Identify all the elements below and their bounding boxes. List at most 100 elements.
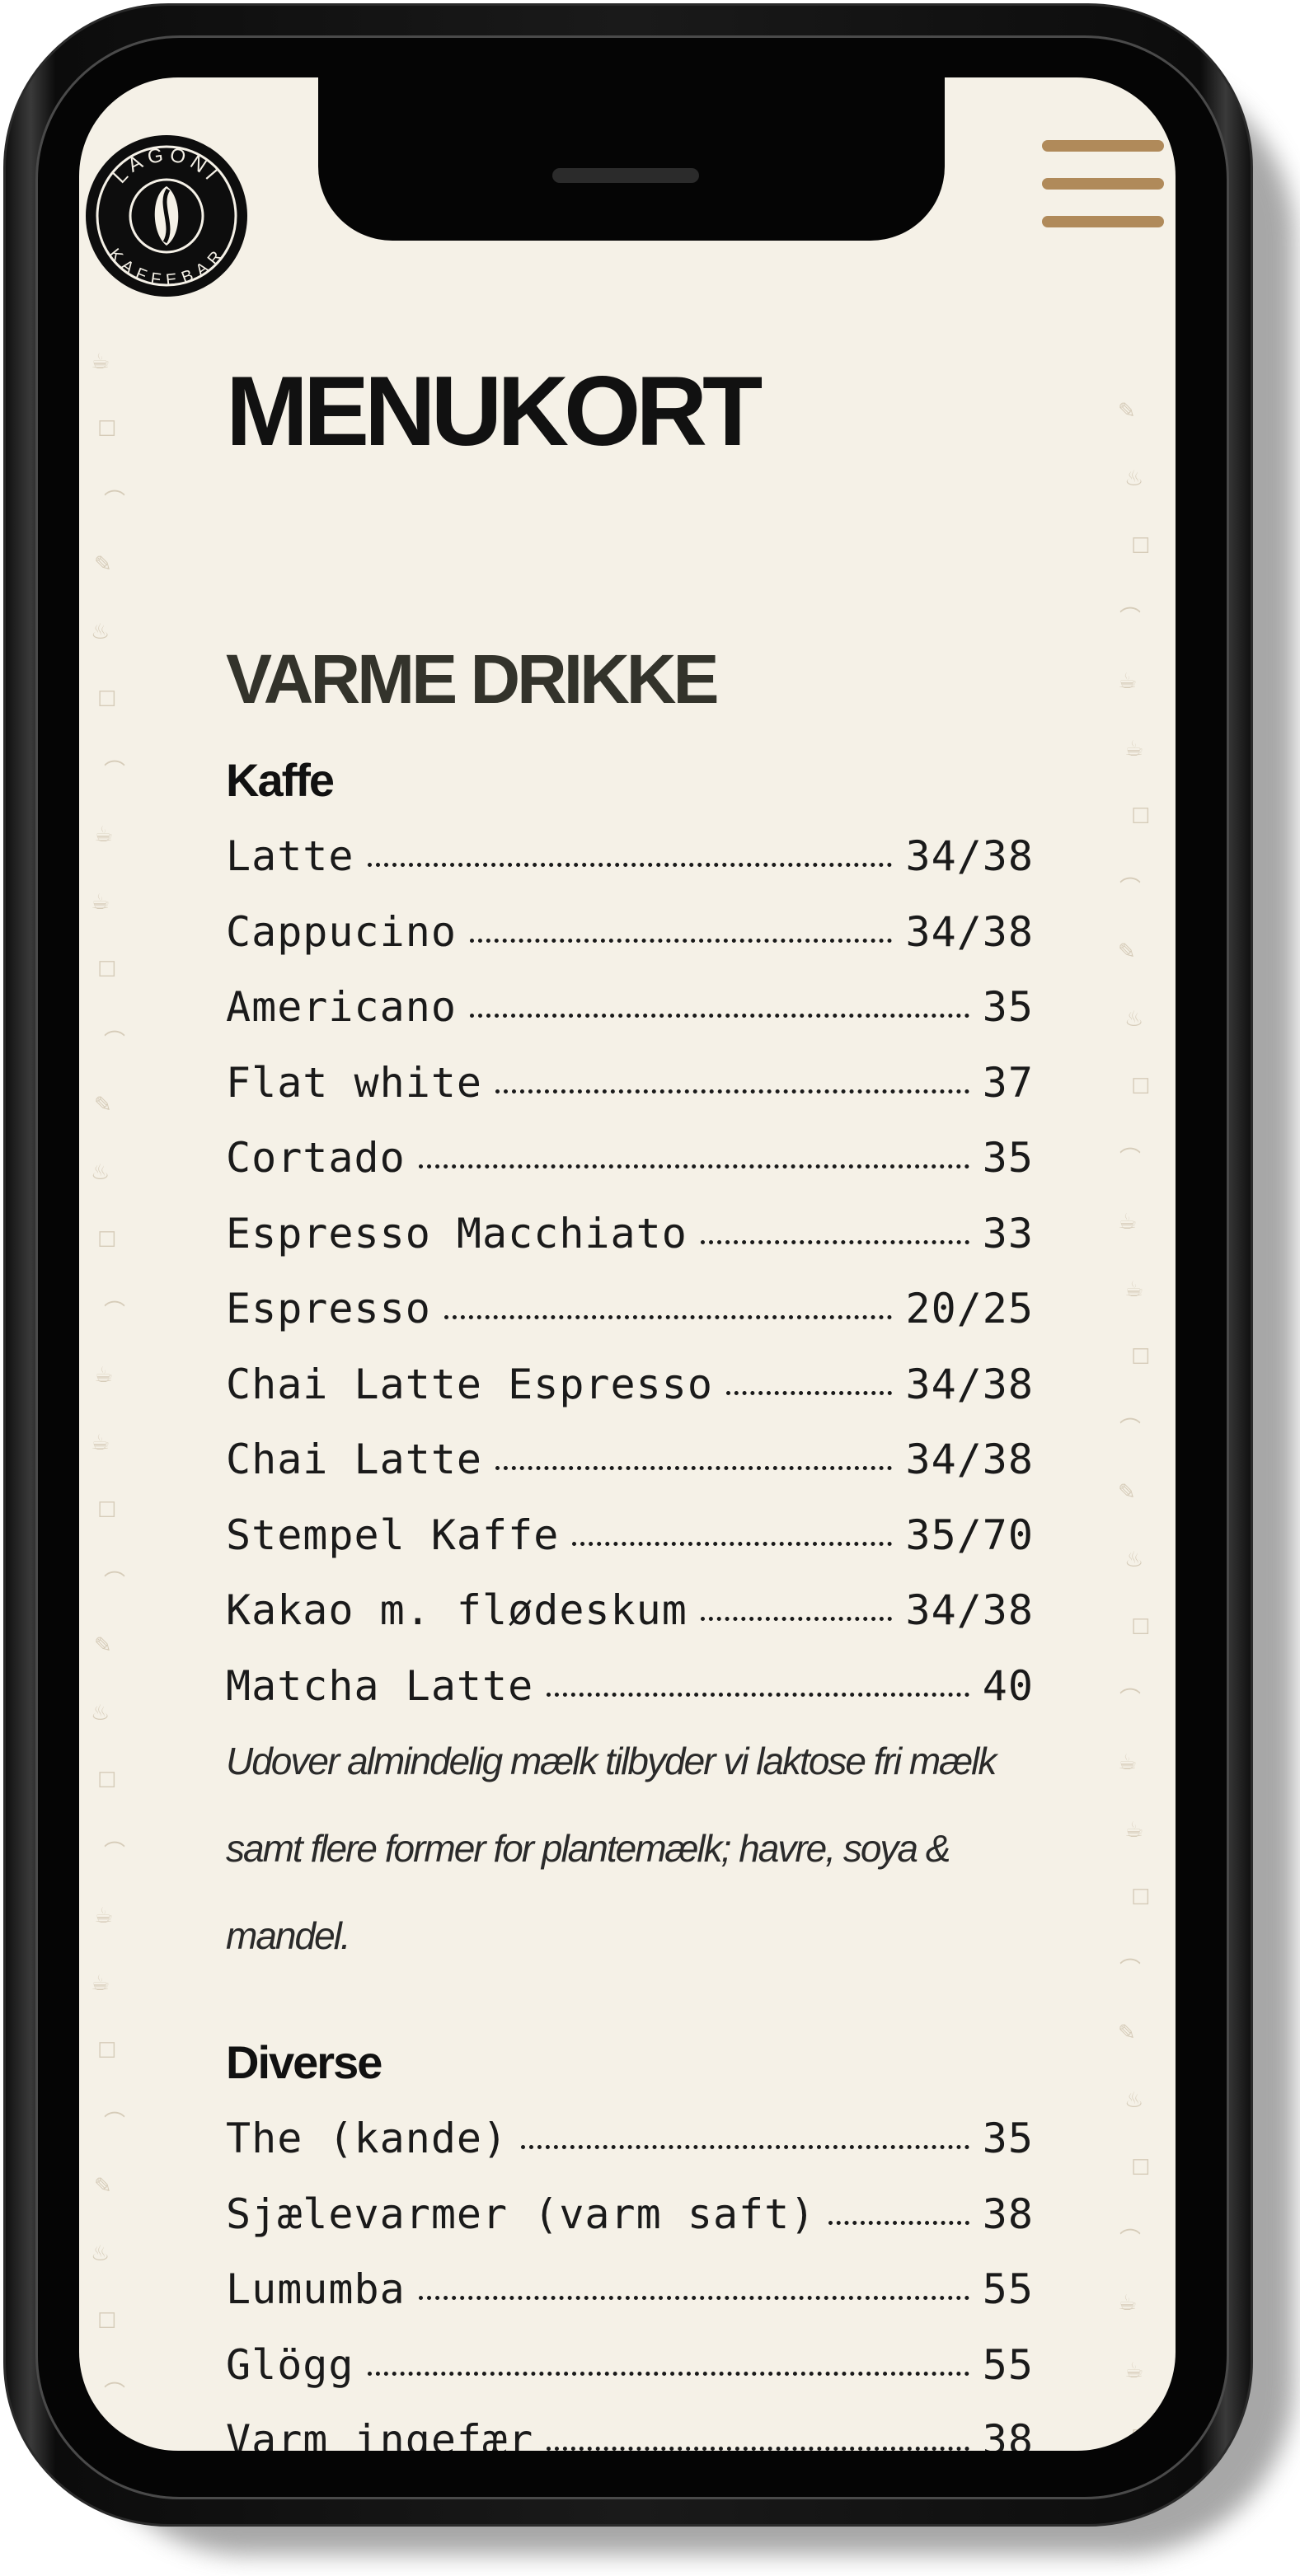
pattern-doodle-icon: ♨ bbox=[1124, 2088, 1144, 2113]
menu-item-row[interactable]: Cappucino 34/38 bbox=[226, 908, 1034, 984]
menu-item-price: 55 bbox=[982, 2340, 1034, 2389]
pattern-doodle-icon: ♨ bbox=[91, 1701, 110, 1726]
pattern-doodle-icon: ✎ bbox=[94, 1633, 112, 1658]
pattern-doodle-icon: ☕ bbox=[91, 1431, 110, 1455]
menu-item-row[interactable]: Cortado 35 bbox=[226, 1134, 1034, 1210]
hamburger-icon[interactable] bbox=[1042, 140, 1164, 231]
pattern-doodle-icon: ⌒ bbox=[104, 489, 126, 514]
dotted-leader bbox=[469, 938, 893, 943]
menu-item-name: The (kande) bbox=[226, 2115, 509, 2162]
pattern-doodle-icon: ☕ bbox=[94, 822, 114, 847]
pattern-doodle-icon: ☐ bbox=[1131, 2426, 1151, 2451]
menu-item-row[interactable]: Flat white 37 bbox=[226, 1059, 1034, 1135]
coffee-bean-logo-icon: LAGONI KAFFEBAR bbox=[92, 142, 241, 290]
dotted-leader bbox=[725, 1390, 893, 1395]
category-title-kaffe: Kaffe bbox=[226, 754, 335, 806]
pattern-doodle-icon: ☕ bbox=[91, 349, 110, 374]
menu-item-price: 33 bbox=[982, 1209, 1034, 1258]
menu-item-row[interactable]: Stempel Kaffe 35/70 bbox=[226, 1511, 1034, 1587]
pattern-doodle-icon: ⌒ bbox=[1119, 1147, 1142, 1172]
menu-item-name: Espresso bbox=[226, 1285, 431, 1332]
pattern-doodle-icon: ☐ bbox=[1131, 1075, 1151, 1099]
menu-item-name: Matcha Latte bbox=[226, 1661, 534, 1710]
phone-notch bbox=[318, 77, 945, 241]
dotted-leader bbox=[828, 2220, 969, 2225]
menu-item-name: Latte bbox=[226, 832, 354, 880]
pattern-doodle-icon: ☐ bbox=[97, 1228, 117, 1253]
pattern-doodle-icon: ⌒ bbox=[104, 1300, 126, 1325]
dotted-leader bbox=[418, 2296, 969, 2300]
pattern-doodle-icon: ☕ bbox=[1118, 1750, 1138, 1775]
speaker-grille bbox=[552, 168, 699, 183]
menu-item-price: 35/70 bbox=[905, 1510, 1034, 1559]
menu-item-name: Sjælevarmer (varm saft) bbox=[226, 2190, 816, 2238]
menu-item-row[interactable]: Sjælevarmer (varm saft) 38 bbox=[226, 2190, 1034, 2266]
dotted-leader bbox=[547, 1692, 969, 1697]
dotted-leader bbox=[700, 1239, 969, 1244]
menu-item-price: 34/38 bbox=[905, 907, 1034, 956]
pattern-doodle-icon: ⌒ bbox=[104, 2111, 126, 2136]
pattern-doodle-icon: ☕ bbox=[94, 1363, 114, 1388]
menu-item-row[interactable]: Chai Latte 34/38 bbox=[226, 1436, 1034, 1511]
pattern-doodle-icon: ☐ bbox=[1131, 1345, 1151, 1370]
pattern-doodle-icon: ☕ bbox=[1118, 1210, 1138, 1234]
menu-item-row[interactable]: Glögg 55 bbox=[226, 2341, 1034, 2417]
pattern-doodle-icon: ☐ bbox=[1131, 1615, 1151, 1640]
menu-item-row[interactable]: Varm ingefær 38 bbox=[226, 2416, 1034, 2451]
menu-item-price: 34/38 bbox=[905, 832, 1034, 880]
menu-item-price: 34/38 bbox=[905, 1436, 1034, 1483]
dotted-leader bbox=[367, 863, 893, 867]
menu-item-row[interactable]: Espresso 20/25 bbox=[226, 1285, 1034, 1361]
menu-item-name: Flat white bbox=[226, 1058, 483, 1107]
pattern-doodle-icon: ☕ bbox=[1118, 669, 1138, 694]
pattern-doodle-icon: ☕ bbox=[91, 890, 110, 915]
pattern-doodle-icon: ☐ bbox=[1131, 534, 1151, 559]
menu-item-price: 40 bbox=[982, 1661, 1034, 1710]
pattern-doodle-icon: ✎ bbox=[94, 2174, 112, 2199]
pattern-doodle-icon: ⌒ bbox=[104, 1030, 126, 1055]
milk-note: Udover almindelig mælk tilbyder vi lakto… bbox=[226, 1740, 997, 1957]
pattern-doodle-icon: ☕ bbox=[1118, 2291, 1138, 2316]
menu-list-kaffe: Latte 34/38 Cappucino 34/38 Americano 35 Flat … bbox=[226, 832, 1034, 1737]
pattern-doodle-icon: ☐ bbox=[97, 1768, 117, 1793]
pattern-doodle-icon: ⌒ bbox=[1119, 1958, 1142, 1983]
pattern-doodle-icon: ☐ bbox=[1131, 1885, 1151, 1910]
pattern-doodle-icon: ✎ bbox=[1118, 2021, 1136, 2045]
menu-item-name: Varm ingefær bbox=[226, 2416, 534, 2451]
menu-item-row[interactable]: Chai Latte Espresso 34/38 bbox=[226, 1361, 1034, 1436]
menu-item-name: Espresso Macchiato bbox=[226, 1209, 688, 1258]
menu-list-diverse: The (kande) 35 Sjælevarmer (varm saft) 38 Lu… bbox=[226, 2115, 1034, 2451]
pattern-doodle-icon: ⌒ bbox=[1119, 877, 1142, 902]
pattern-doodle-icon: ☐ bbox=[97, 958, 117, 982]
dotted-leader bbox=[418, 1164, 969, 1169]
pattern-doodle-icon: ♨ bbox=[91, 620, 110, 644]
pattern-doodle-icon: ☐ bbox=[97, 2309, 117, 2334]
pattern-doodle-icon: ⌒ bbox=[104, 2382, 126, 2406]
menu-item-row[interactable]: Espresso Macchiato 33 bbox=[226, 1210, 1034, 1286]
pattern-doodle-icon: ♨ bbox=[1124, 466, 1144, 491]
pattern-doodle-icon: ⌒ bbox=[1119, 607, 1142, 631]
pattern-doodle-icon: ⌒ bbox=[104, 1841, 126, 1866]
pattern-doodle-icon: ☐ bbox=[97, 2039, 117, 2063]
menu-item-row[interactable]: Lumumba 55 bbox=[226, 2265, 1034, 2341]
menu-item-price: 37 bbox=[982, 1058, 1034, 1107]
dotted-leader bbox=[700, 1617, 893, 1621]
menu-item-price: 38 bbox=[982, 2416, 1034, 2451]
pattern-doodle-icon: ✎ bbox=[94, 1093, 112, 1117]
menu-item-name: Kakao m. flødeskum bbox=[226, 1586, 688, 1634]
menu-item-name: Lumumba bbox=[226, 2265, 406, 2313]
pattern-doodle-icon: ✎ bbox=[1118, 1480, 1136, 1505]
pattern-doodle-icon: ☕ bbox=[1124, 1818, 1144, 1843]
pattern-doodle-icon: ✎ bbox=[94, 552, 112, 577]
menu-item-row[interactable]: Latte 34/38 bbox=[226, 832, 1034, 908]
page-title: MENUKORT bbox=[226, 356, 763, 466]
pattern-doodle-icon: ✎ bbox=[1118, 939, 1136, 964]
menu-item-row[interactable]: Americano 35 bbox=[226, 983, 1034, 1059]
lagoni-kaffebar-logo[interactable]: LAGONI KAFFEBAR bbox=[86, 135, 247, 297]
menu-item-name: Chai Latte bbox=[226, 1436, 483, 1483]
pattern-doodle-icon: ⌒ bbox=[1119, 1688, 1142, 1712]
pattern-doodle-icon: ☐ bbox=[1131, 2156, 1151, 2180]
menu-item-row[interactable]: Kakao m. flødeskum 34/38 bbox=[226, 1586, 1034, 1662]
menu-item-name: Glögg bbox=[226, 2340, 354, 2389]
menu-item-row[interactable]: The (kande) 35 bbox=[226, 2115, 1034, 2190]
